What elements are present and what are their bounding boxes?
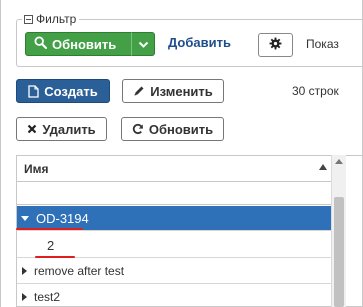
add-filter-link[interactable]: Добавить [168, 35, 231, 50]
tree-row[interactable]: test2 [17, 285, 331, 307]
tree-row[interactable]: remove after test [17, 259, 331, 284]
expand-caret-icon[interactable] [21, 215, 29, 221]
update-button[interactable]: Обновить [121, 117, 224, 141]
row-count: 30 строк [292, 84, 339, 98]
pencil-icon [133, 85, 145, 97]
scroll-up-icon[interactable] [335, 159, 343, 164]
column-filter-row[interactable] [17, 183, 331, 205]
create-label: Создать [44, 83, 98, 99]
filter-refresh-label: Обновить [52, 36, 117, 52]
filter-legend-label: Фильтр [36, 12, 77, 26]
main-panel: Фильтр Обновить Добавить Показ Создать И… [0, 0, 363, 307]
chevron-down-icon [138, 37, 149, 52]
annotation-underline [16, 228, 83, 230]
show-label: Показ [306, 37, 339, 51]
tree-row[interactable]: 2 [17, 233, 331, 258]
filter-refresh-button[interactable]: Обновить [25, 32, 131, 56]
edit-label: Изменить [150, 83, 213, 99]
gear-icon [269, 37, 282, 53]
close-icon [27, 124, 37, 134]
file-icon [28, 84, 39, 98]
annotation-underline [35, 256, 75, 258]
tree-row-label: remove after test [34, 264, 125, 278]
column-header-label: Имя [24, 161, 49, 176]
expand-caret-icon[interactable] [22, 293, 27, 301]
tree-row-label: OD-3194 [36, 210, 89, 226]
vertical-scrollbar[interactable] [331, 155, 346, 307]
settings-button[interactable] [258, 33, 293, 57]
column-header-name[interactable]: Имя [17, 156, 331, 182]
update-label: Обновить [148, 121, 214, 137]
scroll-thumb[interactable] [334, 197, 344, 307]
filter-legend[interactable]: Фильтр [22, 12, 80, 26]
refresh-dropdown-button[interactable] [131, 32, 155, 56]
delete-button[interactable]: Удалить [16, 117, 107, 141]
create-button[interactable]: Создать [16, 79, 110, 103]
expand-caret-icon[interactable] [22, 267, 27, 275]
collapse-icon[interactable] [24, 14, 33, 24]
sort-asc-icon[interactable] [319, 164, 327, 170]
tree-row-label: test2 [34, 290, 61, 304]
delete-label: Удалить [42, 121, 96, 137]
tree-table: Имя OD-3194 2 remove after test test2 [16, 155, 363, 307]
tree-row-label: 2 [47, 237, 55, 253]
edit-button[interactable]: Изменить [122, 79, 224, 103]
refresh-icon [132, 123, 144, 135]
search-icon [34, 36, 47, 52]
